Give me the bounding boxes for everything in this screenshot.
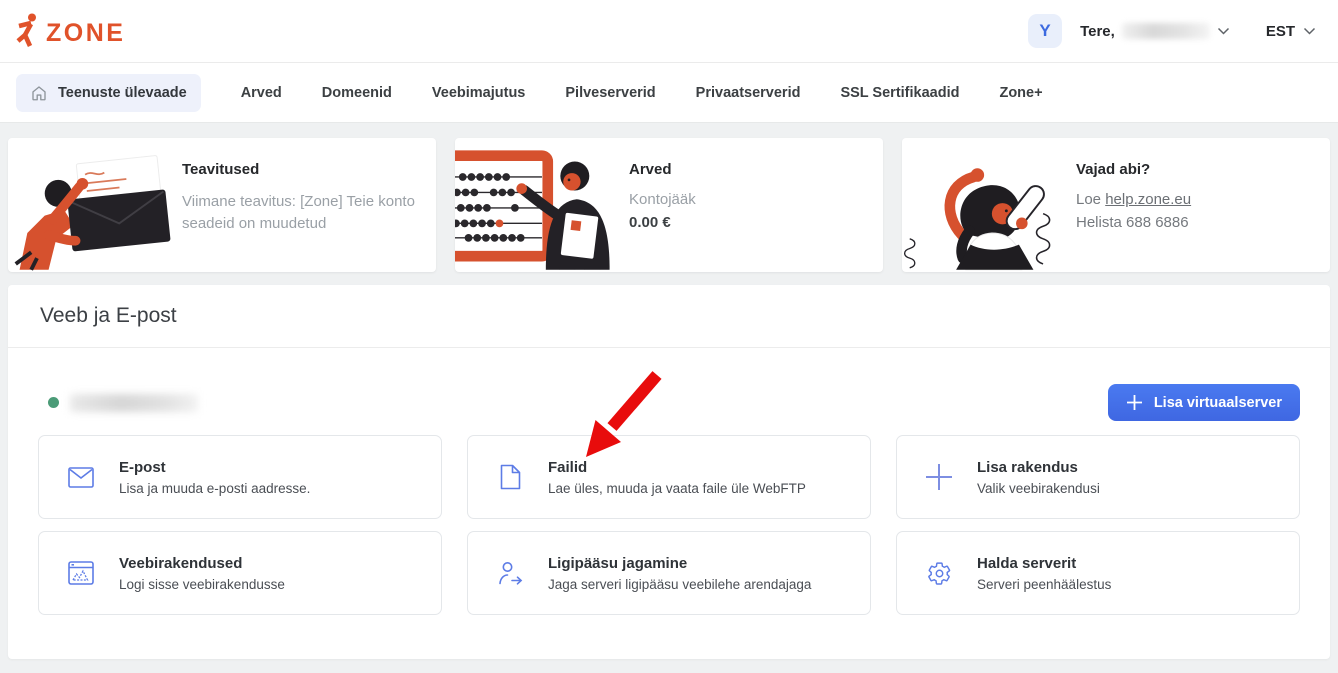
nav-ssl-sertifikaadid[interactable]: SSL Sertifikaadid xyxy=(840,85,959,101)
browser-app-icon xyxy=(65,561,97,585)
service-description: Jaga serveri ligipääsu veebilehe arendaj… xyxy=(548,576,812,592)
service-card-ligipaasu-jagamine[interactable]: Ligipääsu jagamine Jaga serveri ligipääs… xyxy=(467,531,871,615)
chevron-down-icon xyxy=(1217,27,1229,35)
nav-label: Zone+ xyxy=(999,84,1043,101)
invoices-card-text: Arved Kontojääk 0.00 € xyxy=(627,138,714,272)
service-card-lisa-rakendus[interactable]: Lisa rakendus Valik veebirakendusi xyxy=(896,435,1300,519)
plus-icon xyxy=(1126,395,1142,410)
balance-value: 0.00 € xyxy=(629,214,671,231)
main-nav: Teenuste ülevaade Arved Domeenid Veebima… xyxy=(0,63,1338,123)
service-card-text: Lisa rakendus Valik veebirakendusi xyxy=(977,459,1100,496)
service-card-epost[interactable]: E-post Lisa ja muuda e-posti aadresse. xyxy=(38,435,442,519)
service-description: Lae üles, muuda ja vaata faile üle WebFT… xyxy=(548,480,806,496)
service-description: Valik veebirakendusi xyxy=(977,480,1100,496)
nav-label: Veebimajutus xyxy=(431,84,526,101)
veeb-ja-epost-section: Veeb ja E-post Lisa virtuaalserver E-pos… xyxy=(8,285,1330,659)
nav-arved[interactable]: Arved xyxy=(241,85,282,101)
section-title: Veeb ja E-post xyxy=(40,304,177,327)
user-name-redacted xyxy=(1121,23,1210,39)
service-card-text: Ligipääsu jagamine Jaga serveri ligipääs… xyxy=(548,555,811,592)
home-icon xyxy=(32,85,46,100)
server-row: Lisa virtuaalserver xyxy=(38,384,1300,421)
latest-notification-text: Viimane teavitus: [Zone] Teie konto sead… xyxy=(182,193,415,232)
language-label: EST xyxy=(1265,22,1295,40)
help-card-text: Vajad abi? Loe help.zone.eu Helista 688 … xyxy=(1074,138,1209,272)
info-cards-row: Teavitused Viimane teavitus: [Zone] Teie… xyxy=(8,138,1330,272)
card-title: Teavitused xyxy=(182,161,260,178)
section-header: Veeb ja E-post xyxy=(8,285,1330,347)
service-cards-grid: E-post Lisa ja muuda e-posti aadresse. F… xyxy=(38,435,1300,615)
nav-teenuste-ulevaade[interactable]: Teenuste ülevaade xyxy=(16,73,201,112)
abacus-person-illustration xyxy=(455,138,627,272)
invoices-card[interactable]: Arved Kontojääk 0.00 € xyxy=(455,138,883,272)
phone-person-illustration xyxy=(902,138,1074,272)
svg-text:ZONE: ZONE xyxy=(46,19,125,47)
nav-label: Privaatserverid xyxy=(695,84,801,101)
gear-icon xyxy=(923,561,955,586)
top-bar: ZONE Y Tere, EST xyxy=(0,0,1338,63)
help-phone-line: Helista 688 6886 xyxy=(1076,214,1189,231)
status-dot-icon xyxy=(48,397,59,408)
server-name[interactable] xyxy=(48,393,198,412)
file-icon xyxy=(494,464,526,490)
nav-zone-plus[interactable]: Zone+ xyxy=(999,85,1042,101)
nav-label: SSL Sertifikaadid xyxy=(840,84,960,101)
service-card-text: Veebirakendused Logi sisse veebirakendus… xyxy=(119,555,285,592)
help-card[interactable]: Vajad abi? Loe help.zone.eu Helista 688 … xyxy=(902,138,1330,272)
service-title: Halda serverit xyxy=(977,554,1077,572)
balance-label: Kontojääk xyxy=(629,191,696,208)
language-selector[interactable]: EST xyxy=(1266,23,1316,40)
zone-dashboard: ZONE Y Tere, EST Teenuste ülevaade Arved… xyxy=(0,0,1338,673)
section-body: Lisa virtuaalserver E-post Lisa ja muuda… xyxy=(8,348,1330,615)
zone-logo[interactable]: ZONE xyxy=(16,13,142,49)
help-zone-eu-link[interactable]: help.zone.eu xyxy=(1105,191,1191,208)
service-card-veebirakendused[interactable]: Veebirakendused Logi sisse veebirakendus… xyxy=(38,531,442,615)
service-card-text: Failid Lae üles, muuda ja vaata faile ül… xyxy=(548,459,806,496)
user-menu[interactable]: Tere, xyxy=(1080,23,1230,40)
service-card-halda-serverit[interactable]: Halda serverit Serveri peenhäälestus xyxy=(896,531,1300,615)
service-description: Lisa ja muuda e-posti aadresse. xyxy=(119,480,311,496)
nav-domeenid[interactable]: Domeenid xyxy=(322,85,392,101)
content-area: Teavitused Viimane teavitus: [Zone] Teie… xyxy=(0,123,1338,659)
zone-logo-icon: ZONE xyxy=(16,13,125,47)
nav-veebimajutus[interactable]: Veebimajutus xyxy=(432,85,525,101)
nav-label: Arved xyxy=(240,84,282,101)
service-title: E-post xyxy=(119,458,166,476)
avatar[interactable]: Y xyxy=(1028,14,1063,48)
card-title: Vajad abi? xyxy=(1076,161,1151,178)
nav-privaatserverid[interactable]: Privaatserverid xyxy=(696,85,801,101)
service-title: Ligipääsu jagamine xyxy=(548,554,688,572)
greeting-label: Tere, xyxy=(1080,22,1115,40)
help-read-line: Loe help.zone.eu xyxy=(1076,191,1192,208)
add-virtualserver-label: Lisa virtuaalserver xyxy=(1153,394,1282,411)
service-title: Lisa rakendus xyxy=(977,458,1078,476)
nav-label: Domeenid xyxy=(321,84,392,101)
add-virtualserver-button[interactable]: Lisa virtuaalserver xyxy=(1107,384,1300,421)
nav-label: Pilveserverid xyxy=(565,84,656,101)
notifications-card-text: Teavitused Viimane teavitus: [Zone] Teie… xyxy=(180,138,436,272)
service-card-text: E-post Lisa ja muuda e-posti aadresse. xyxy=(119,459,310,496)
service-card-failid[interactable]: Failid Lae üles, muuda ja vaata faile ül… xyxy=(467,435,871,519)
service-title: Veebirakendused xyxy=(119,554,243,572)
service-description: Logi sisse veebirakendusse xyxy=(119,576,285,592)
service-title: Failid xyxy=(548,458,588,476)
share-access-icon xyxy=(494,561,526,586)
nav-pilveserverid[interactable]: Pilveserverid xyxy=(565,85,655,101)
card-title: Arved xyxy=(629,161,672,178)
plus-icon xyxy=(923,462,955,492)
service-description: Serveri peenhäälestus xyxy=(977,576,1112,592)
domain-name-redacted xyxy=(70,393,198,412)
top-bar-right: Y Tere, EST xyxy=(1028,14,1316,48)
envelope-icon xyxy=(65,466,97,488)
service-card-text: Halda serverit Serveri peenhäälestus xyxy=(977,555,1111,592)
chevron-down-icon xyxy=(1303,27,1316,35)
envelope-person-illustration xyxy=(8,138,180,272)
notifications-card[interactable]: Teavitused Viimane teavitus: [Zone] Teie… xyxy=(8,138,436,272)
nav-label: Teenuste ülevaade xyxy=(58,84,187,101)
